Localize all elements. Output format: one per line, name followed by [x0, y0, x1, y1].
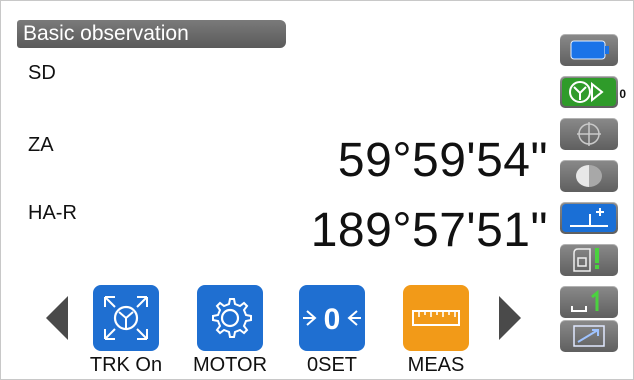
target-prism-icon — [562, 78, 616, 106]
za-label: ZA — [28, 134, 54, 156]
ruler-icon — [412, 310, 460, 326]
scroll-left-arrow[interactable] — [42, 293, 72, 343]
tilt-button[interactable] — [560, 202, 618, 234]
ha-value: 189°57'51" — [310, 204, 548, 257]
tilt-icon — [562, 204, 616, 232]
keyboard-button[interactable] — [560, 320, 618, 352]
laser-button[interactable] — [560, 160, 618, 192]
motor-label: MOTOR — [192, 354, 268, 376]
ha-label: HA-R — [28, 202, 77, 224]
page-title: Basic observation — [17, 20, 286, 48]
motor-button[interactable] — [197, 285, 263, 351]
gear-icon — [212, 298, 252, 338]
trk-label: TRK On — [89, 354, 163, 376]
reticle-button[interactable] — [560, 118, 618, 150]
trk-button[interactable] — [93, 285, 159, 351]
scroll-right-arrow[interactable] — [495, 293, 525, 343]
prism-constant: 0 — [619, 87, 626, 101]
battery-icon — [570, 40, 609, 60]
za-value: 59°59'54" — [337, 134, 548, 187]
meas-button[interactable] — [403, 285, 469, 351]
edm-mode-icon — [573, 248, 599, 272]
sd-label: SD — [28, 62, 56, 84]
svg-text:0: 0 — [324, 303, 341, 336]
input-mode-button[interactable] — [560, 286, 618, 318]
meas-label: MEAS — [407, 354, 465, 376]
zero-set-button[interactable]: 0 — [299, 285, 365, 351]
edm-mode-button[interactable] — [560, 244, 618, 276]
tracking-icon — [104, 296, 148, 340]
keyboard-icon — [573, 325, 605, 347]
input-mode-icon — [571, 289, 599, 312]
zero-set-label: 0SET — [306, 354, 358, 376]
target-button[interactable] — [560, 76, 618, 108]
laser-pointer-icon — [576, 165, 602, 187]
crosshair-icon — [577, 122, 601, 146]
zero-set-icon: 0 — [303, 303, 361, 336]
battery-button[interactable] — [560, 34, 618, 66]
